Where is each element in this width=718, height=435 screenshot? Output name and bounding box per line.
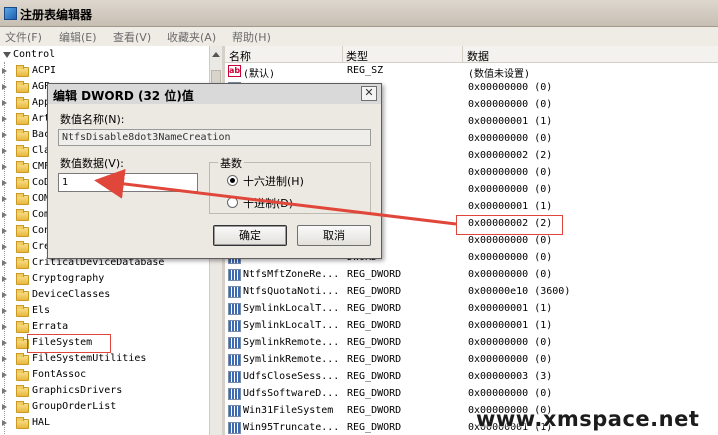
annotation-arrow	[94, 168, 457, 226]
arrow-line	[94, 168, 457, 226]
watermark: www.xmspace.net	[476, 407, 700, 431]
